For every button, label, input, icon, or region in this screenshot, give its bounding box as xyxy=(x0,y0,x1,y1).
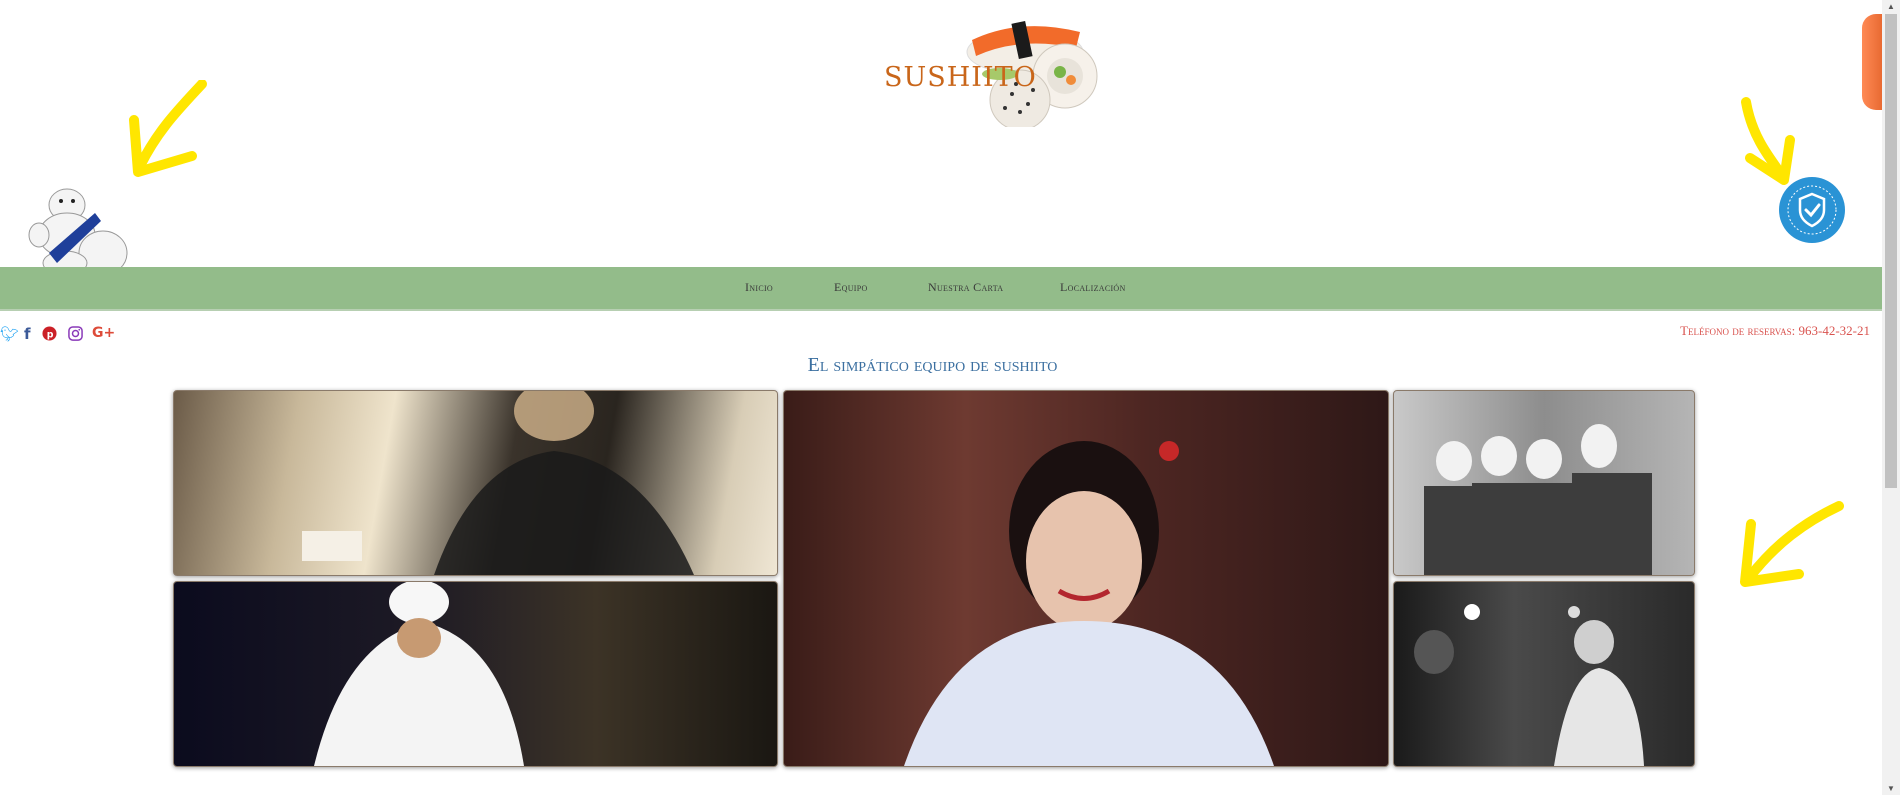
arrow-annotation-icon xyxy=(129,80,207,177)
google-plus-icon[interactable]: G+ xyxy=(92,325,115,341)
scrollbar-thumb[interactable] xyxy=(1885,14,1897,488)
gallery-photo-woman-kimono[interactable] xyxy=(783,390,1389,767)
arrow-annotation-icon xyxy=(1740,501,1844,587)
logo-text: SUSHIITO xyxy=(884,62,1037,93)
gallery-photo-kitchen-staff[interactable] xyxy=(1393,581,1695,767)
twitter-icon[interactable]: 🐦︎ xyxy=(0,325,19,343)
instagram-icon[interactable] xyxy=(68,325,83,341)
gallery-photo-sushi-chef[interactable] xyxy=(173,581,778,767)
page-scrollbar[interactable]: ▲ ▼ xyxy=(1882,0,1900,795)
site-logo[interactable]: SUSHIITO xyxy=(880,12,1105,131)
gallery-photo-group-kimonos[interactable] xyxy=(1393,390,1695,576)
gallery-photo-chef-smiling[interactable] xyxy=(173,390,778,576)
scroll-down-icon[interactable]: ▼ xyxy=(1887,784,1895,793)
pinterest-icon[interactable]: p xyxy=(42,325,57,341)
nav-item-inicio[interactable]: Inicio xyxy=(745,280,773,295)
site-header: SUSHIITO xyxy=(0,0,1882,276)
nav-item-equipo[interactable]: Equipo xyxy=(834,280,868,295)
reservation-phone: Teléfono de reservas: 963-42-32-21 xyxy=(1680,323,1870,338)
page-title: El simpático equipo de sushiito xyxy=(807,354,1058,376)
facebook-icon[interactable]: f xyxy=(24,325,31,343)
arrow-annotation-icon xyxy=(1741,97,1795,185)
main-nav: Inicio Equipo Nuestra Carta Localización xyxy=(0,267,1882,311)
side-feedback-tab[interactable] xyxy=(1862,14,1882,110)
nav-item-localizacion[interactable]: Localización xyxy=(1060,280,1126,295)
scroll-up-icon[interactable]: ▲ xyxy=(1887,2,1895,11)
svg-text:p: p xyxy=(47,329,54,340)
nav-item-nuestra-carta[interactable]: Nuestra Carta xyxy=(928,280,1003,295)
verified-shield-badge[interactable] xyxy=(1778,176,1846,244)
mascot-badge[interactable] xyxy=(25,183,135,278)
